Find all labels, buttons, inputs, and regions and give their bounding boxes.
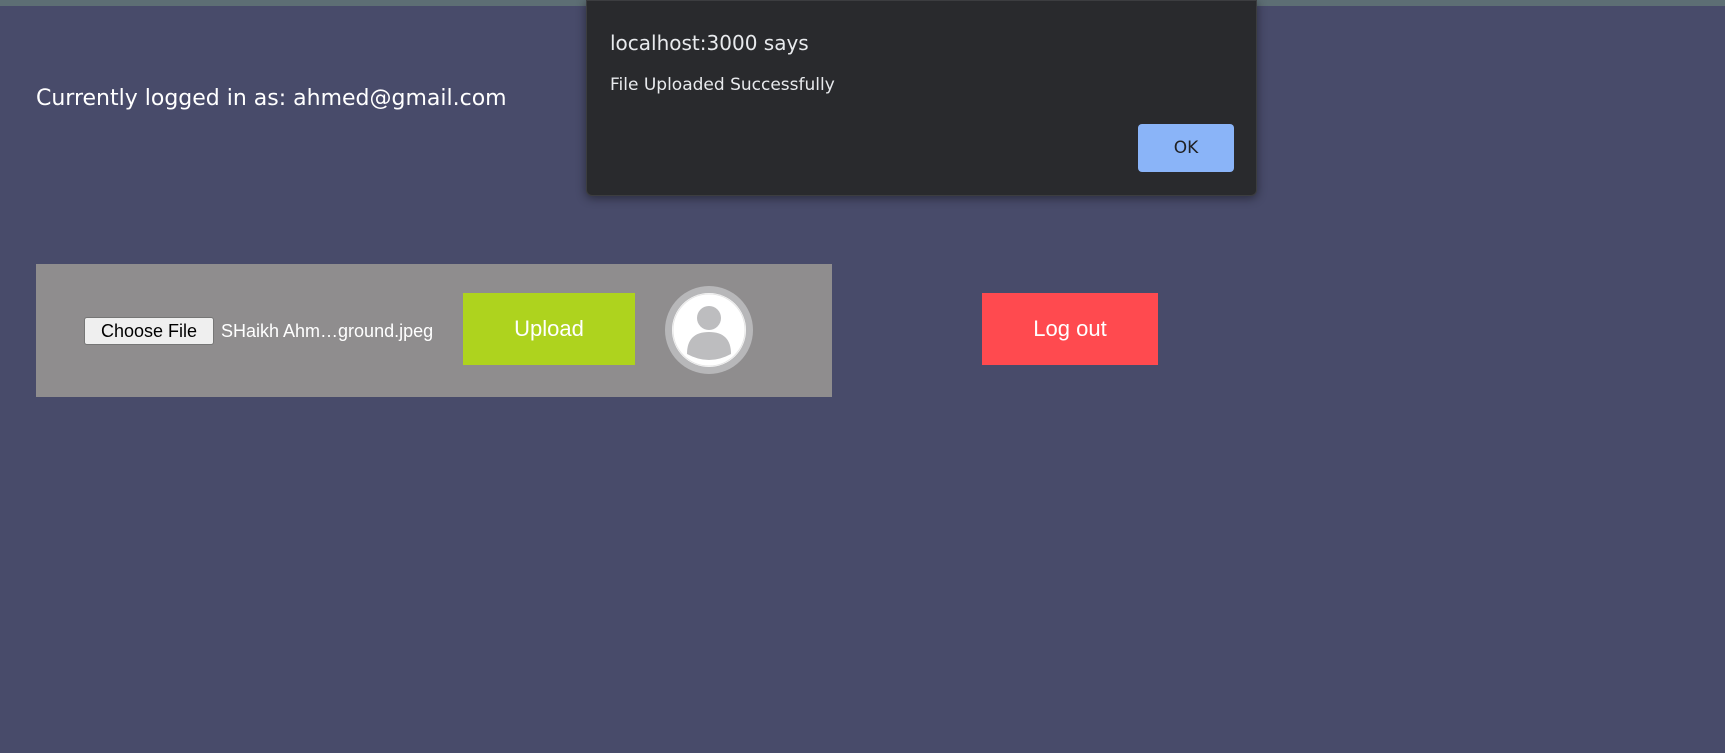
- dialog-message: File Uploaded Successfully: [610, 75, 835, 95]
- dialog-title: localhost:3000 says: [610, 31, 809, 55]
- choose-file-button[interactable]: Choose File: [84, 317, 214, 345]
- logout-button[interactable]: Log out: [982, 293, 1158, 365]
- dialog-ok-button[interactable]: OK: [1138, 124, 1234, 172]
- login-status-text: Currently logged in as: ahmed@gmail.com: [36, 86, 507, 111]
- selected-file-name: SHaikh Ahm…ground.jpeg: [221, 321, 434, 341]
- alert-dialog: localhost:3000 says File Uploaded Succes…: [586, 0, 1257, 196]
- upload-button[interactable]: Upload: [463, 293, 635, 365]
- user-avatar-icon: [665, 286, 753, 374]
